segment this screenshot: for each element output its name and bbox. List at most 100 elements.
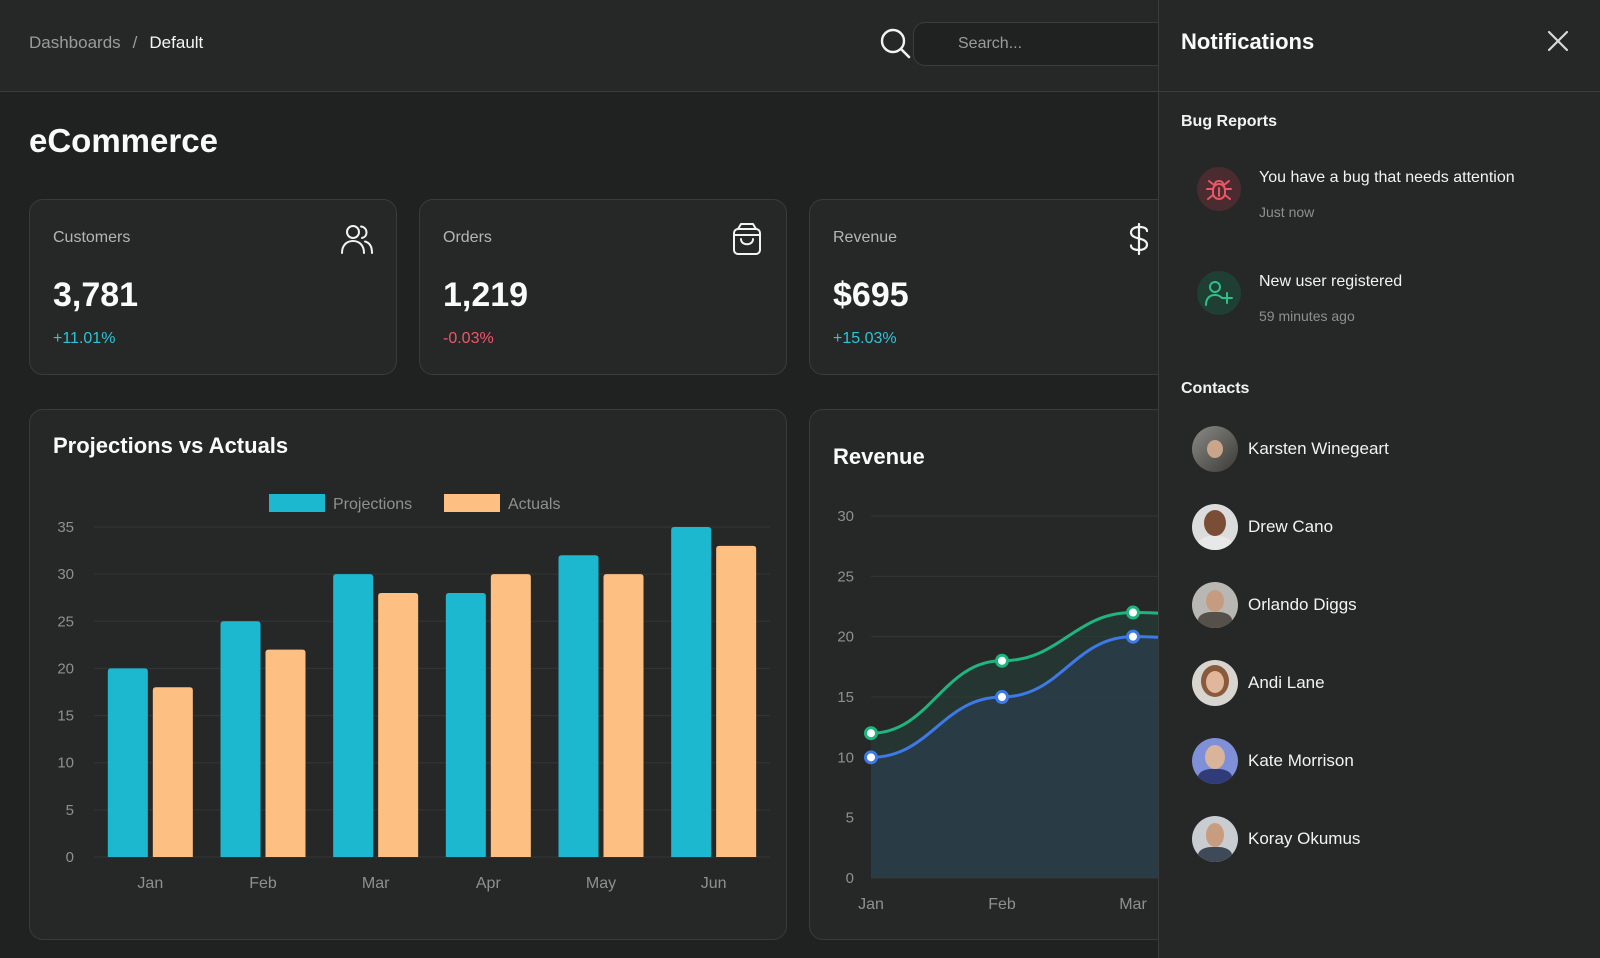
notification-title: New user registered	[1259, 273, 1403, 290]
shopping-bag-icon	[733, 223, 761, 255]
stat-card-orders[interactable]: Orders 1,219 -0.03%	[419, 199, 787, 375]
contact-name: Karsten Winegeart	[1248, 439, 1389, 458]
projections-vs-actuals-chart: 0 5 10 15 20 25 30 35 Jan Feb Mar Apr May Jun Projecti…	[57, 494, 770, 892]
contact-item[interactable]: Andi Lane	[1192, 660, 1572, 706]
breadcrumb-dashboards[interactable]: Dashboards	[29, 33, 121, 53]
y-tick-label: 20	[837, 629, 854, 646]
section-bug-reports: Bug Reports	[1181, 113, 1277, 130]
legend-label: Projections	[333, 496, 412, 513]
avatar	[1192, 660, 1238, 706]
stat-change: +15.03%	[833, 330, 897, 347]
bar-projections	[445, 593, 486, 857]
y-tick-label: 15	[57, 708, 74, 725]
panel-header: Notifications	[1159, 0, 1600, 92]
x-tick-label: Feb	[249, 875, 277, 892]
projections-chart-card: Projections vs Actuals 0 5 10 15 20 25 30 35 Jan…	[29, 409, 787, 940]
breadcrumb-current: Default	[149, 33, 204, 52]
bar-actuals	[265, 649, 306, 857]
users-icon	[341, 225, 373, 254]
x-tick-label: Mar	[1119, 896, 1147, 913]
y-tick-label: 10	[837, 749, 854, 766]
notifications-panel: Notifications Bug Reports You have a bug…	[1158, 0, 1600, 958]
search-input[interactable]	[914, 23, 1172, 65]
y-tick-label: 25	[837, 568, 854, 585]
close-icon[interactable]	[1543, 26, 1573, 56]
y-tick-label: 35	[57, 519, 74, 536]
legend-swatch	[444, 494, 500, 512]
section-contacts: Contacts	[1181, 380, 1250, 397]
bar-projections	[107, 668, 148, 857]
search-box	[913, 22, 1173, 66]
panel-title: Notifications	[1181, 29, 1315, 54]
contact-name: Drew Cano	[1248, 517, 1334, 536]
stat-label: Orders	[443, 229, 492, 246]
stat-value: 1,219	[443, 276, 529, 314]
bar-projections	[671, 527, 712, 857]
contact-item[interactable]: Koray Okumus	[1192, 816, 1572, 862]
contact-item[interactable]: Drew Cano	[1192, 504, 1572, 550]
top-bar: Dashboards / Default	[0, 0, 1173, 92]
contact-name: Orlando Diggs	[1248, 595, 1357, 614]
data-point	[864, 750, 878, 765]
y-tick-label: 30	[57, 566, 74, 583]
y-tick-label: 25	[57, 613, 74, 630]
avatar	[1192, 504, 1238, 550]
breadcrumb: Dashboards / Default	[29, 33, 203, 53]
contact-item[interactable]: Orlando Diggs	[1192, 582, 1572, 628]
stat-card-customers[interactable]: Customers 3,781 +11.01%	[29, 199, 397, 375]
x-tick-label: May	[586, 875, 616, 892]
contact-name: Koray Okumus	[1248, 829, 1361, 848]
revenue-chart: 0 5 10 15 20 25 30 Jan Feb Mar	[837, 508, 1168, 913]
search-icon[interactable]	[878, 26, 912, 60]
y-tick-label: 5	[66, 802, 74, 819]
y-tick-label: 20	[57, 660, 74, 677]
x-tick-label: Feb	[988, 896, 1016, 913]
notification-time: 59 minutes ago	[1259, 308, 1355, 324]
bar-actuals	[603, 574, 644, 857]
bar-projections	[333, 574, 374, 857]
revenue-chart-card: Revenue 0 5 10 15 20 25 30 Jan Feb Mar	[809, 409, 1169, 940]
notification-title: You have a bug that needs attention	[1259, 169, 1515, 186]
y-tick-label: 30	[837, 508, 854, 525]
notification-item[interactable]: You have a bug that needs attention Just…	[1197, 167, 1587, 237]
bar-actuals	[716, 545, 757, 857]
contact-name: Kate Morrison	[1248, 751, 1354, 770]
x-tick-label: Jan	[137, 875, 163, 892]
x-tick-label: Jan	[858, 896, 884, 913]
y-tick-label: 0	[66, 849, 74, 866]
avatar	[1192, 426, 1238, 472]
user-plus-icon	[1197, 271, 1241, 315]
x-tick-label: Mar	[362, 875, 390, 892]
stat-change: +11.01%	[53, 330, 116, 347]
data-point	[1126, 605, 1140, 620]
y-tick-label: 10	[57, 755, 74, 772]
stat-change: -0.03%	[443, 330, 494, 347]
page-title: eCommerce	[29, 122, 218, 159]
data-point	[995, 653, 1009, 668]
bar-projections	[558, 555, 599, 857]
notification-item[interactable]: New user registered 59 minutes ago	[1197, 271, 1587, 341]
breadcrumb-separator: /	[132, 33, 138, 52]
legend-label: Actuals	[508, 496, 560, 513]
avatar	[1192, 816, 1238, 862]
data-point	[995, 690, 1009, 704]
contact-item[interactable]: Kate Morrison	[1192, 738, 1572, 784]
x-tick-label: Apr	[476, 875, 502, 892]
avatar	[1192, 582, 1238, 628]
bar-projections	[220, 621, 261, 857]
bar-actuals	[378, 593, 419, 857]
stat-value: 3,781	[53, 276, 139, 314]
avatar	[1192, 738, 1238, 784]
y-tick-label: 0	[846, 870, 854, 887]
data-point	[1126, 629, 1140, 644]
y-tick-label: 5	[846, 810, 854, 827]
bar-actuals	[152, 687, 193, 857]
legend-swatch	[269, 494, 325, 512]
stat-label: Revenue	[833, 229, 898, 246]
x-tick-label: Jun	[701, 875, 727, 892]
stat-card-revenue[interactable]: Revenue $695 +15.03%	[809, 199, 1177, 375]
contact-name: Andi Lane	[1248, 673, 1325, 692]
notification-time: Just now	[1259, 204, 1315, 220]
bug-icon	[1197, 167, 1241, 211]
contact-item[interactable]: Karsten Winegeart	[1192, 426, 1572, 472]
